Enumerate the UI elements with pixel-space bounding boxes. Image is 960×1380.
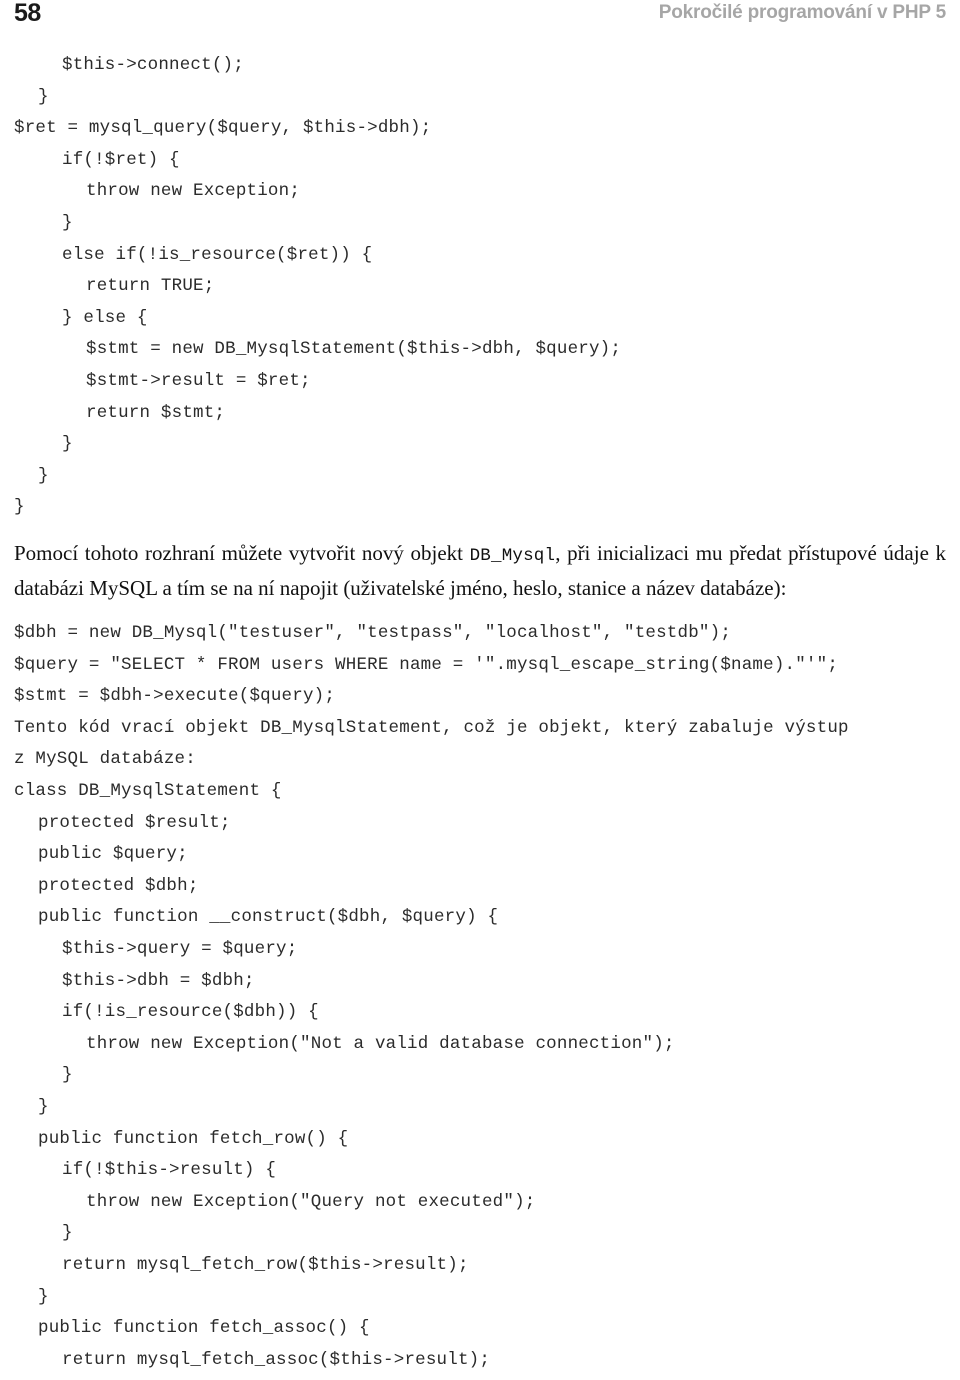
code-line: throw new Exception("Not a valid databas…: [86, 1033, 675, 1054]
inline-code-db-mysql: DB_Mysql: [469, 545, 556, 566]
code-line: public function fetch_row() {: [38, 1128, 349, 1149]
code-line: $query = "SELECT * FROM users WHERE name…: [14, 654, 839, 675]
code-line: return $stmt;: [86, 402, 226, 423]
code-line: $this->query = $query;: [62, 939, 298, 960]
code-line: }: [38, 1286, 49, 1307]
code-line: }: [14, 497, 25, 518]
code-line: $stmt = $dbh->execute($query);: [14, 686, 336, 707]
paragraph-text-part-1: Pomocí tohoto rozhraní můžete vytvořit n…: [14, 540, 470, 565]
code-line: if(!is_resource($dbh)) {: [62, 1002, 319, 1023]
code-line: }: [38, 86, 49, 107]
code-line: }: [62, 1223, 73, 1244]
code-line: if(!$ret) {: [62, 149, 180, 170]
code-line: return mysql_fetch_assoc($this->result);: [62, 1349, 491, 1370]
code-line: public function fetch_assoc() {: [38, 1318, 370, 1339]
code-line: }: [62, 1065, 73, 1086]
code-line: return TRUE;: [86, 276, 215, 297]
page-number: 58: [14, 0, 41, 27]
code-line: }: [38, 1097, 49, 1117]
code-block-bottom: $dbh = new DB_Mysql("testuser", "testpas…: [0, 618, 960, 1376]
code-line: throw new Exception;: [86, 181, 301, 202]
code-line: return mysql_fetch_row($this->result);: [62, 1254, 469, 1275]
page-content: $this->connect();} $ret = mysql_query($qu…: [0, 50, 960, 1376]
code-line: throw new Exception("Query not executed"…: [86, 1191, 536, 1212]
code-line: public function __construct($dbh, $query…: [38, 907, 499, 928]
code-line: protected $result;: [38, 812, 231, 833]
code-line: $stmt->result = $ret;: [86, 370, 311, 391]
code-line: $this->dbh = $dbh;: [62, 970, 255, 991]
code-line: $ret = mysql_query($query, $this->dbh);: [14, 118, 432, 139]
code-line: $this->connect();: [62, 55, 244, 75]
code-line: } else {: [62, 307, 148, 328]
code-line: }: [62, 212, 73, 233]
code-line: }: [38, 465, 49, 486]
code-line: class DB_MysqlStatement {: [14, 781, 282, 802]
code-line: z MySQL databáze:: [14, 749, 196, 770]
running-title: Pokročilé programování v PHP 5: [658, 2, 946, 23]
body-paragraph: Pomocí tohoto rozhraní můžete vytvořit n…: [0, 538, 960, 604]
code-block-top: $this->connect();} $ret = mysql_query($qu…: [0, 50, 960, 524]
code-line: if(!$this->result) {: [62, 1160, 277, 1181]
code-line: protected $dbh;: [38, 875, 199, 896]
code-line: }: [62, 434, 73, 455]
running-header: 58 Pokročilé programování v PHP 5: [0, 0, 960, 44]
page: 58 Pokročilé programování v PHP 5 $this-…: [0, 0, 960, 1380]
code-line: public $query;: [38, 844, 188, 865]
code-line: else if(!is_resource($ret)) {: [62, 244, 373, 265]
code-line: $stmt = new DB_MysqlStatement($this->dbh…: [86, 339, 622, 360]
code-line: $dbh = new DB_Mysql("testuser", "testpas…: [14, 623, 732, 644]
code-line: Tento kód vrací objekt DB_MysqlStatement…: [14, 717, 849, 738]
